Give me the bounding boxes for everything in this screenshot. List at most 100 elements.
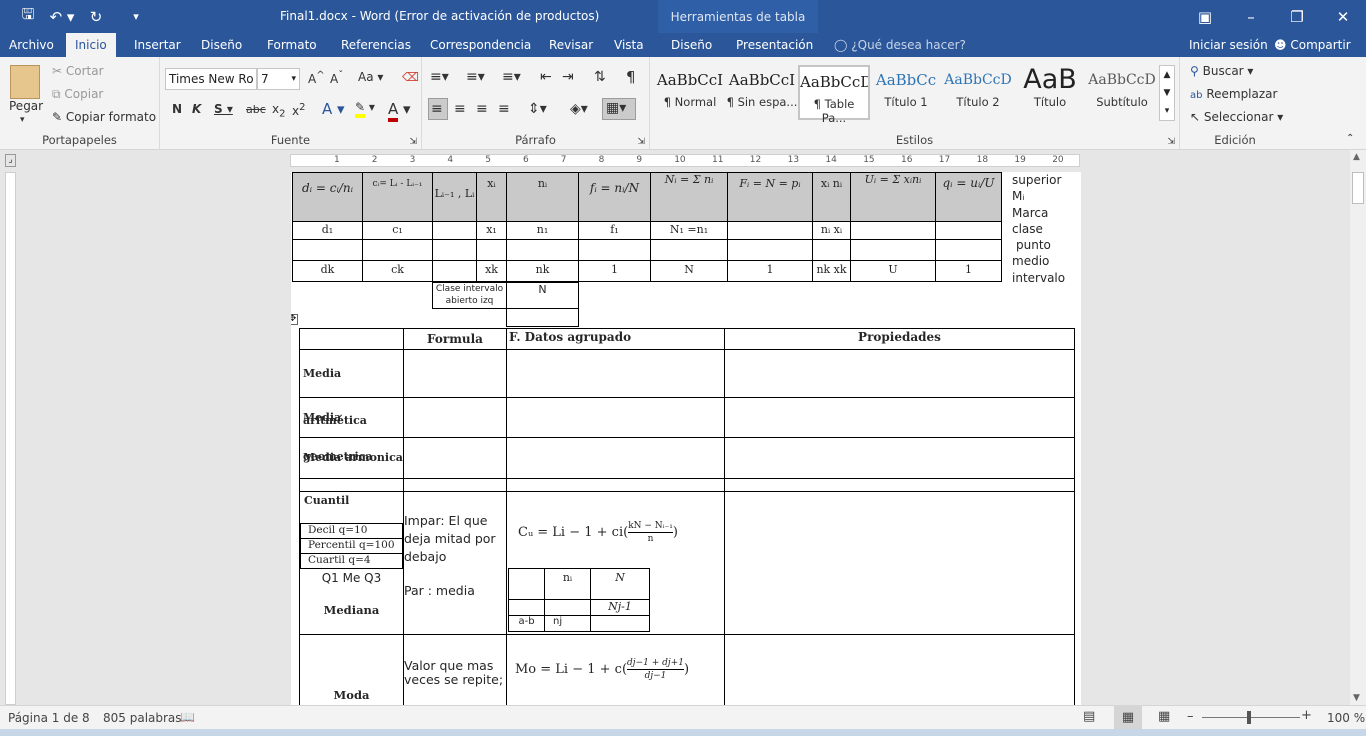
header-cell[interactable]: Lᵢ₋₁ , Lᵢ — [432, 172, 477, 222]
row-label[interactable]: Media armonica — [299, 437, 404, 479]
table-cell[interactable] — [724, 437, 1075, 479]
tab-table-design[interactable]: Diseño — [663, 33, 720, 57]
page-counter[interactable]: Página 1 de 8 — [8, 711, 90, 725]
table-cell[interactable]: x₁ — [476, 221, 507, 240]
table-cell[interactable]: xk — [476, 260, 507, 282]
horizontal-ruler[interactable]: 1 2 3 4 5 6 7 8 9 10 11 12 13 14 15 16 17 18 19 20 — [290, 154, 1080, 167]
table-cell[interactable] — [724, 397, 1075, 438]
tab-references[interactable]: Referencias — [333, 33, 419, 57]
multilevel-list-icon[interactable]: ≡▾ — [502, 69, 521, 85]
styles-gallery-scroll[interactable]: ▲ ▼ ▾ — [1159, 65, 1175, 121]
subscript-icon[interactable]: x2 — [272, 102, 285, 119]
tab-selector-icon[interactable]: ⌟ — [5, 154, 16, 167]
proofing-icon[interactable]: 📖 — [180, 710, 195, 724]
tab-review[interactable]: Revisar — [541, 33, 601, 57]
properties-header[interactable]: Propiedades — [724, 328, 1075, 350]
zoom-in-icon[interactable]: + — [1301, 708, 1312, 723]
clear-format-icon[interactable]: ⌫ — [402, 70, 419, 84]
header-cell[interactable]: cᵢ= Lᵢ - Lᵢ₋₁ — [362, 172, 433, 222]
header-cell[interactable]: dᵢ = cᵢ/nᵢ — [292, 172, 363, 222]
undo-icon[interactable]: ↶ ▾ — [42, 8, 82, 26]
header-cell[interactable]: Uᵢ = Σ xᵢnᵢ — [850, 172, 936, 222]
zoom-slider-thumb[interactable] — [1247, 711, 1251, 724]
table-cell[interactable] — [935, 221, 1002, 240]
moda-formula-cell[interactable]: Valor que mas veces se repite; — [403, 634, 507, 705]
cuantil-formula-cell[interactable]: Impar: El que deja mitad por debajo Par … — [403, 491, 507, 635]
table-cell[interactable] — [724, 349, 1075, 398]
superscript-icon[interactable]: x2 — [292, 102, 305, 118]
save-icon[interactable]: 🖫 — [14, 4, 42, 29]
table-cell[interactable] — [403, 437, 507, 479]
table-cell[interactable]: c₁ — [362, 221, 433, 240]
table-cell[interactable] — [850, 221, 936, 240]
header-cell[interactable]: xᵢ nᵢ — [812, 172, 851, 222]
table-cell[interactable] — [403, 349, 507, 398]
moda-grouped-cell[interactable]: Mo = Li − 1 + c(dj−1 + dj+1 dj−1) — [506, 634, 725, 705]
style-heading-1[interactable]: AaBbCc Título 1 — [870, 65, 942, 120]
table-cell[interactable] — [506, 349, 725, 398]
zoom-out-icon[interactable]: – — [1187, 709, 1194, 724]
table-cell[interactable] — [476, 239, 507, 261]
row-label[interactable]: Media geometrica — [299, 397, 404, 463]
minimize-icon[interactable]: – — [1228, 0, 1274, 33]
font-color-icon[interactable]: A ▾ — [388, 100, 411, 122]
style-subtitle[interactable]: AaBbCcD Subtítulo — [1086, 65, 1158, 120]
table-cell[interactable] — [727, 221, 813, 240]
shading-icon[interactable]: ◈▾ — [570, 101, 588, 117]
underline-icon[interactable]: S ▾ — [214, 102, 233, 116]
style-normal[interactable]: AaBbCcI ¶ Normal — [654, 65, 726, 120]
table-cell[interactable] — [362, 239, 433, 261]
open-interval-cell[interactable]: Clase intervalo abierto izq — [432, 282, 507, 309]
table-cell[interactable] — [578, 239, 651, 261]
table-cell[interactable] — [935, 239, 1002, 261]
word-count[interactable]: 805 palabras — [103, 711, 182, 725]
tab-view[interactable]: Vista — [606, 33, 652, 57]
spacer-cell[interactable] — [403, 478, 507, 492]
format-painter-button[interactable]: ✎ Copiar formato — [52, 110, 156, 124]
table-cell[interactable]: N₁ =n₁ — [650, 221, 728, 240]
grouped-data-header[interactable]: F. Datos agrupado — [506, 328, 725, 350]
table-cell[interactable]: 1 — [727, 260, 813, 282]
italic-icon[interactable]: K — [192, 102, 201, 116]
table-cell[interactable] — [650, 239, 728, 261]
grow-font-icon[interactable]: A^ — [308, 70, 325, 86]
numbering-icon[interactable]: ≡▾ — [466, 69, 485, 85]
table-cell[interactable]: 1 — [935, 260, 1002, 282]
formula-header[interactable]: Formula — [403, 328, 507, 350]
cut-button[interactable]: ✂ Cortar — [52, 64, 104, 78]
align-right-icon[interactable]: ≡ — [476, 101, 488, 117]
paste-button[interactable]: Pegar — [9, 99, 43, 113]
table-cell[interactable]: U — [850, 260, 936, 282]
table-cell[interactable] — [727, 239, 813, 261]
table-cell[interactable]: n₁ — [506, 221, 579, 240]
document-page[interactable]: dᵢ = cᵢ/nᵢ cᵢ= Lᵢ - Lᵢ₋₁ Lᵢ₋₁ , Lᵢ xᵢ nᵢ… — [291, 172, 1081, 705]
table-cell[interactable]: d₁ — [292, 221, 363, 240]
tell-me-box[interactable]: ◯ ¿Qué desea hacer? — [826, 33, 974, 57]
line-spacing-icon[interactable]: ⇕▾ — [528, 101, 547, 117]
open-interval-value[interactable]: N — [506, 282, 579, 309]
moda-cell[interactable]: Moda — [299, 634, 404, 705]
table-cell[interactable]: ck — [362, 260, 433, 282]
zoom-level[interactable]: 100 % — [1327, 711, 1365, 725]
table-cell[interactable] — [403, 397, 507, 438]
show-marks-icon[interactable]: ¶ — [626, 68, 636, 86]
ribbon-display-icon[interactable]: ▣ — [1182, 0, 1228, 33]
select-button[interactable]: ↖ Seleccionar ▾ — [1190, 110, 1283, 124]
bold-icon[interactable]: N — [172, 102, 182, 116]
table-cell[interactable] — [506, 239, 579, 261]
style-table-paragraph[interactable]: AaBbCcD ¶ Table Pa... — [798, 65, 870, 125]
table-cell[interactable]: nᵢ xᵢ — [812, 221, 851, 240]
spacer-cell[interactable] — [506, 478, 725, 492]
bullets-icon[interactable]: ≡▾ — [430, 69, 449, 85]
vertical-ruler[interactable] — [5, 172, 16, 705]
table-cell[interactable] — [812, 239, 851, 261]
increase-indent-icon[interactable]: ⇥ — [562, 69, 574, 85]
scroll-up-icon[interactable]: ▲ — [1353, 152, 1360, 162]
table-cell[interactable] — [850, 239, 936, 261]
change-case-icon[interactable]: Aa ▾ — [358, 70, 383, 84]
styles-dialog-launcher-icon[interactable]: ⇲ — [1167, 137, 1175, 147]
header-cell[interactable]: Fᵢ = N = pᵢ — [727, 172, 813, 222]
signin-link[interactable]: Iniciar sesión — [1181, 33, 1276, 57]
cuantil-cell[interactable]: Cuantil Decil q=10 Percentil q=100 Cuart… — [299, 491, 404, 635]
header-cell[interactable]: qᵢ = uᵢ/U — [935, 172, 1002, 222]
